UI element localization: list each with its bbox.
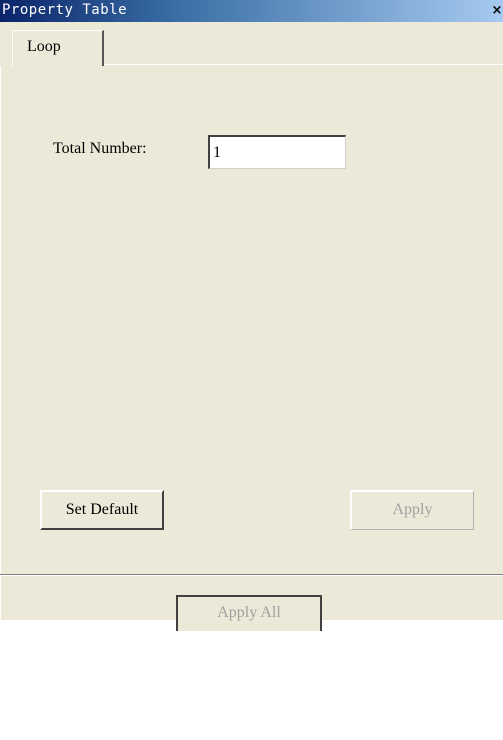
title-bar[interactable]: Property Table ×: [0, 0, 503, 22]
window-title: Property Table: [2, 2, 128, 18]
tab-loop[interactable]: Loop: [12, 30, 104, 66]
tab-loop-label: Loop: [27, 38, 61, 55]
apply-all-button[interactable]: Apply All: [176, 595, 322, 631]
apply-button[interactable]: Apply: [350, 490, 474, 530]
close-icon[interactable]: ×: [491, 1, 503, 21]
total-number-label: Total Number:: [53, 140, 147, 157]
property-table-window: Property Table × Loop Total Number: Set …: [0, 0, 503, 740]
total-number-input[interactable]: [208, 135, 346, 169]
set-default-button[interactable]: Set Default: [40, 490, 164, 530]
separator-line: [0, 574, 503, 576]
tab-strip-divider: [104, 64, 503, 65]
